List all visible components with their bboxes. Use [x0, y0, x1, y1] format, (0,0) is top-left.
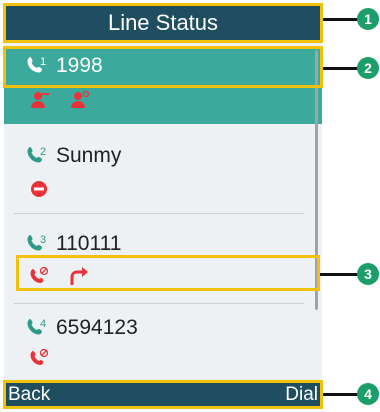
line-status-icons	[28, 178, 50, 200]
phone-line-icon: 3	[27, 234, 46, 251]
line-status-icons	[28, 90, 90, 112]
softkey-highlight	[3, 380, 323, 409]
line-label: Sunmy	[56, 144, 122, 167]
callout-badge: 2	[357, 57, 379, 79]
title-highlight	[3, 3, 323, 43]
line-item-2[interactable]: 2 Sunmy	[4, 124, 322, 214]
missed-call-icon	[30, 348, 49, 365]
line-label: 6594123	[56, 316, 138, 339]
line3-status-highlight	[16, 255, 320, 291]
line-status-icons	[28, 348, 50, 370]
callout-badge: 1	[357, 8, 379, 30]
callout-badge: 4	[357, 383, 379, 405]
callout-badge: 3	[357, 263, 379, 285]
svg-text:2: 2	[40, 146, 46, 158]
svg-text:4: 4	[40, 318, 46, 330]
line1-highlight	[3, 46, 323, 88]
phone-line-icon: 2	[27, 146, 46, 163]
dnd-icon	[31, 181, 47, 197]
line-item-4[interactable]: 4 6594123	[4, 304, 322, 382]
contact-busy-icon	[31, 92, 49, 108]
svg-text:3: 3	[40, 234, 46, 246]
line-label: 110111	[56, 232, 122, 255]
phone-line-icon: 4	[27, 318, 46, 335]
contact-busy-icon	[71, 90, 90, 108]
